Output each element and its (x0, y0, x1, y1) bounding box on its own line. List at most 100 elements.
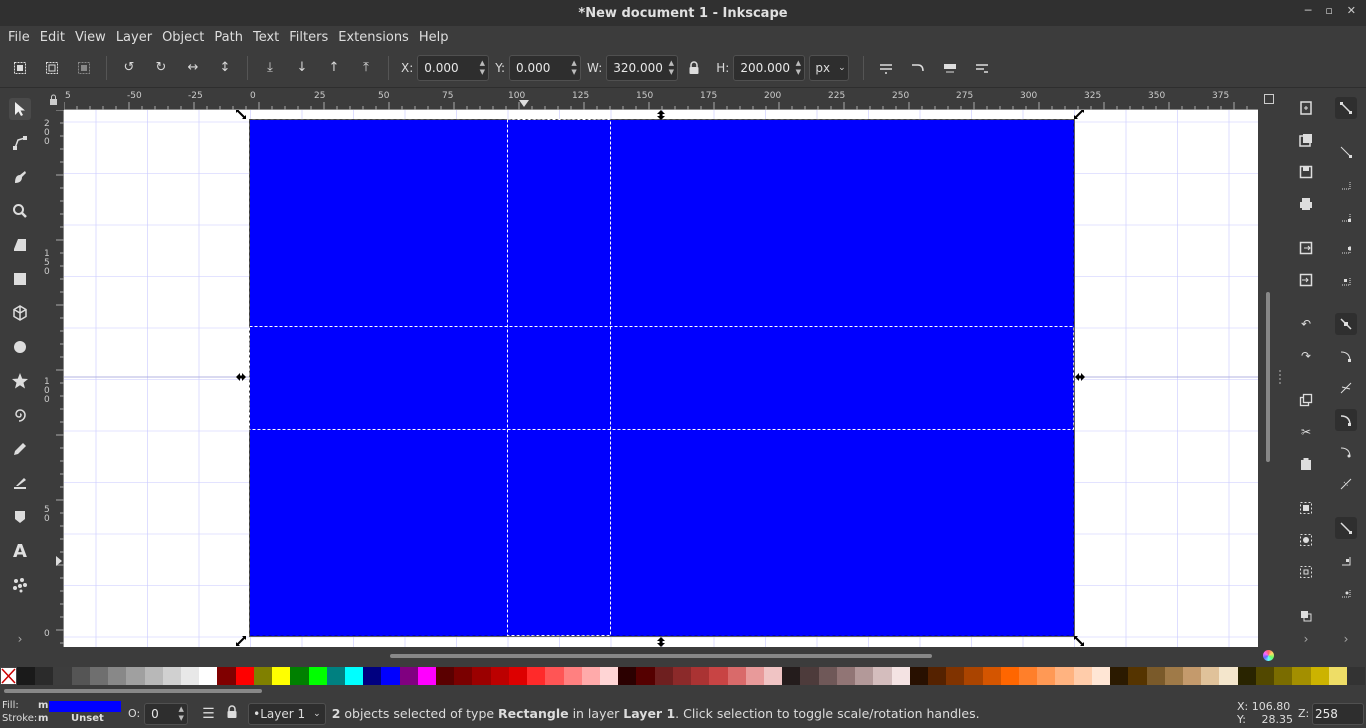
palette-swatch[interactable] (144, 667, 163, 685)
palette-swatch[interactable] (272, 667, 291, 685)
cut-icon[interactable]: ✂ (1295, 421, 1317, 443)
box3d-tool-icon[interactable] (9, 302, 31, 324)
palette-swatch[interactable] (527, 667, 546, 685)
layer-select[interactable]: •Layer 1 ⌄ (248, 702, 326, 725)
palette-swatch[interactable] (1201, 667, 1220, 685)
calligraphy-tool-icon[interactable] (9, 506, 31, 528)
palette-swatch[interactable] (1110, 667, 1129, 685)
deselect-icon[interactable] (73, 57, 95, 79)
select-all-layers-icon[interactable] (41, 57, 63, 79)
palette-swatch[interactable] (1128, 667, 1147, 685)
snap-others-icon[interactable] (1335, 517, 1357, 539)
expand-commands-icon[interactable]: › (1295, 628, 1317, 650)
zoom-selection-icon[interactable] (1295, 497, 1317, 519)
scale-handle[interactable] (1074, 110, 1084, 119)
palette-swatch[interactable] (1146, 667, 1165, 685)
palette-swatch[interactable] (1164, 667, 1183, 685)
zoom-fit-icon[interactable] (1264, 94, 1274, 104)
palette-swatch[interactable] (126, 667, 145, 685)
palette-swatch[interactable] (1310, 667, 1329, 685)
lower-icon[interactable]: ↓ (291, 57, 313, 79)
snap-bbox-corner-icon[interactable] (1335, 205, 1357, 227)
palette-swatch[interactable] (235, 667, 254, 685)
pan-handle-dots[interactable] (1279, 370, 1281, 384)
palette-swatch[interactable] (326, 667, 345, 685)
new-document-icon[interactable] (1295, 97, 1317, 119)
scale-stroke-icon[interactable] (875, 57, 897, 79)
expand-toolbox-icon[interactable]: › (9, 628, 31, 650)
rotate-ccw-icon[interactable]: ↺ (118, 57, 140, 79)
palette-swatch[interactable] (1292, 667, 1311, 685)
palette-swatch[interactable] (964, 667, 983, 685)
snap-enable-icon[interactable] (1335, 97, 1357, 119)
palette-swatch[interactable] (290, 667, 309, 685)
palette-scroll-thumb[interactable] (4, 689, 262, 693)
paste-icon[interactable] (1295, 453, 1317, 475)
rotate-cw-icon[interactable]: ↻ (150, 57, 172, 79)
palette-swatch[interactable] (873, 667, 892, 685)
palette-swatch[interactable] (490, 667, 509, 685)
palette-swatch[interactable] (1073, 667, 1092, 685)
undo-icon[interactable]: ↶ (1295, 313, 1317, 335)
layers-menu-icon[interactable]: ☰ (202, 706, 218, 722)
palette-swatch[interactable] (472, 667, 491, 685)
restore-icon[interactable]: ▫ (1325, 4, 1332, 17)
pen-tool-icon[interactable] (9, 472, 31, 494)
h-spinbox[interactable]: ▲▼ (733, 54, 806, 81)
tweak-tool-icon[interactable] (9, 166, 31, 188)
horizontal-scrollbar[interactable] (64, 647, 1258, 665)
flip-vertical-icon[interactable]: ↕ (214, 57, 236, 79)
w-spinbox[interactable]: ▲▼ (606, 54, 679, 81)
text-tool-icon[interactable]: A (9, 540, 31, 562)
select-all-icon[interactable] (9, 57, 31, 79)
vertical-scroll-thumb[interactable] (1266, 292, 1270, 462)
snap-smooth-nodes-icon[interactable] (1335, 441, 1357, 463)
snap-cusp-nodes-icon[interactable] (1335, 409, 1357, 431)
palette-swatch[interactable] (344, 667, 364, 685)
scale-handle[interactable] (1074, 636, 1084, 646)
y-spinbox[interactable]: ▲▼ (509, 54, 582, 81)
palette-swatch[interactable] (636, 667, 655, 685)
raise-to-top-icon[interactable]: ⤒ (355, 57, 377, 79)
star-tool-icon[interactable] (9, 370, 31, 392)
lock-ratio-icon[interactable] (683, 57, 705, 79)
y-input[interactable] (510, 56, 569, 79)
transform-gradients-icon[interactable] (939, 57, 961, 79)
copy-icon[interactable] (1295, 389, 1317, 411)
zoom-page-icon[interactable] (1295, 561, 1317, 583)
new-window-icon[interactable] (1295, 129, 1317, 151)
pencil-tool-icon[interactable] (9, 438, 31, 460)
h-input[interactable] (734, 56, 793, 79)
palette-swatch[interactable] (672, 667, 692, 685)
palette-swatch[interactable] (800, 667, 819, 685)
menu-filters[interactable]: Filters (284, 30, 333, 45)
menu-edit[interactable]: Edit (35, 30, 70, 45)
horizontal-scroll-thumb[interactable] (390, 654, 932, 658)
unit-select[interactable]: px ⌄ (809, 54, 850, 81)
palette-swatch[interactable] (836, 667, 856, 685)
scale-handle[interactable] (236, 110, 246, 119)
import-icon[interactable] (1295, 237, 1317, 259)
palette-swatch[interactable] (982, 667, 1001, 685)
palette-swatch[interactable] (454, 667, 473, 685)
zoom-tool-icon[interactable] (9, 200, 31, 222)
snap-rotation-centers-icon[interactable] (1335, 581, 1357, 603)
palette-swatch[interactable] (782, 667, 801, 685)
snap-bbox-midpoint-icon[interactable] (1335, 237, 1357, 259)
save-icon[interactable] (1295, 161, 1317, 183)
palette-swatch[interactable] (946, 667, 965, 685)
palette-swatch[interactable] (1037, 667, 1056, 685)
palette-swatch[interactable] (855, 667, 874, 685)
opacity-spinbox[interactable]: ▲▼ (144, 702, 189, 725)
palette-swatch[interactable] (1255, 667, 1275, 685)
palette-swatch[interactable] (927, 667, 947, 685)
palette-swatch[interactable] (1328, 667, 1347, 685)
h-stepper[interactable]: ▲ ▼ (792, 59, 804, 77)
menu-file[interactable]: File (3, 30, 35, 45)
no-paint-swatch[interactable] (0, 667, 17, 685)
palette-swatch[interactable] (217, 667, 236, 685)
palette-swatch[interactable] (1183, 667, 1202, 685)
palette-swatch[interactable] (1055, 667, 1074, 685)
zoom-spinbox[interactable] (1312, 703, 1364, 725)
palette-swatch[interactable] (17, 667, 36, 685)
